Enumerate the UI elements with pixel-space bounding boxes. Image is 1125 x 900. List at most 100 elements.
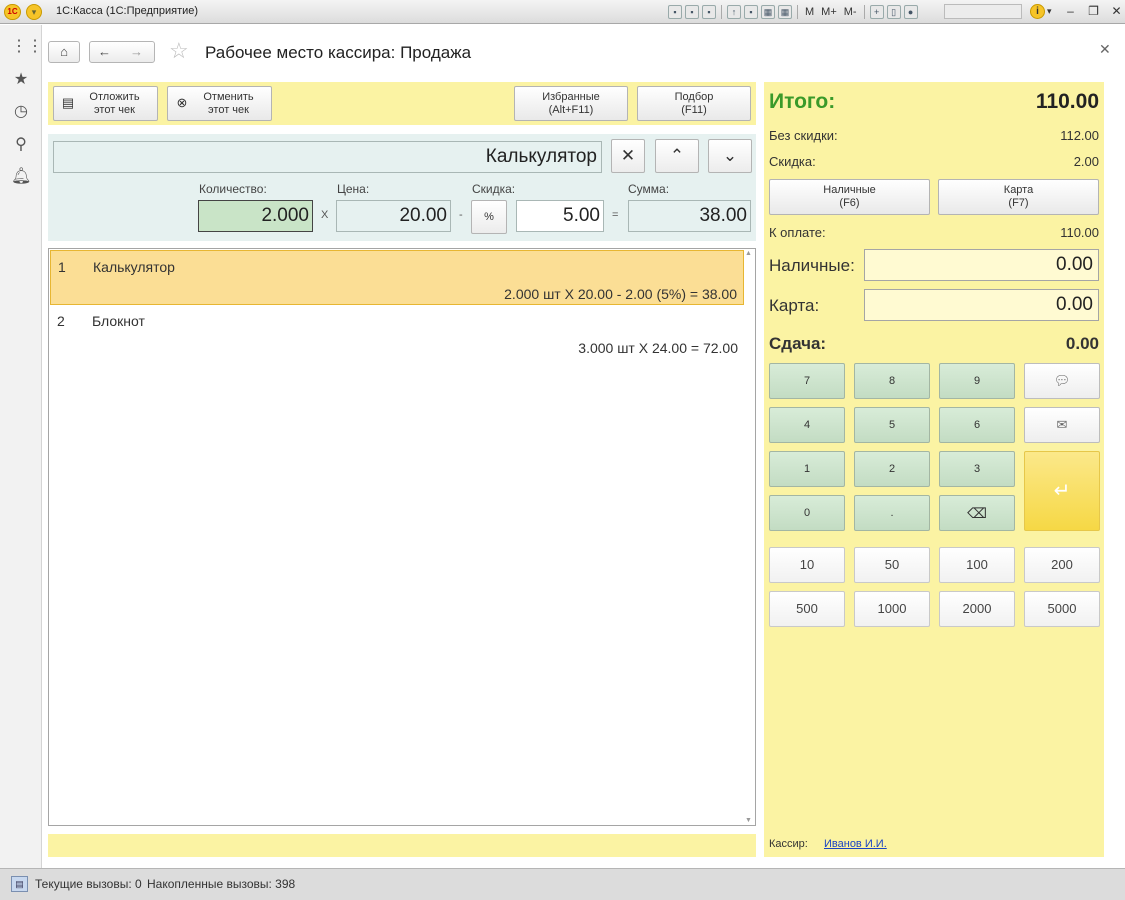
notifications-bell-icon[interactable]: 🔔︎ — [11, 167, 31, 187]
titlebar-toolbar: ▪ ▪ ▪ ↑ ▪ ▦ ▦ M M+ M- + ▯ ● — [668, 3, 918, 21]
sum-label: Сумма: — [628, 182, 670, 196]
enter-arrow-icon: ↵ — [1053, 480, 1071, 502]
scroll-down-icon[interactable]: ▼ — [745, 817, 752, 824]
bill-10-button[interactable]: 10 — [769, 547, 845, 583]
scroll-up-icon[interactable]: ▲ — [745, 250, 752, 257]
key-5[interactable]: 5 — [854, 407, 930, 443]
card-input[interactable]: 0.00 — [864, 289, 1099, 321]
favorites-button[interactable]: Избранные (Alt+F11) — [514, 86, 628, 121]
key-2[interactable]: 2 — [854, 451, 930, 487]
key-dot[interactable]: . — [854, 495, 930, 531]
discount-field[interactable]: 5.00 — [516, 200, 604, 232]
payment-panel: Итого: 110.00 Без скидки: 112.00 Скидка:… — [764, 82, 1104, 857]
card-payment-button[interactable]: Карта (F7) — [938, 179, 1099, 215]
backspace-button[interactable]: ⌫ — [939, 495, 1015, 531]
delete-item-button[interactable]: ✕ — [611, 139, 645, 173]
user-icon[interactable]: ● — [903, 5, 918, 19]
panel-icon[interactable]: ▯ — [886, 5, 901, 19]
accumulated-calls-text: Накопленные вызовы: 398 — [147, 877, 296, 891]
email-button[interactable]: ✉ — [1024, 407, 1100, 443]
price-field[interactable]: 20.00 — [336, 200, 451, 232]
list-item[interactable]: 1 Калькулятор 2.000 шт X 20.00 - 2.00 (5… — [50, 250, 744, 305]
cashier-name-link[interactable]: Иванов И.И. — [824, 838, 887, 850]
main-menu-dropdown-icon[interactable]: ▾ — [26, 4, 42, 20]
key-7[interactable]: 7 — [769, 363, 845, 399]
calls-monitor-icon[interactable]: ▤ — [11, 876, 28, 892]
equals-sign: = — [612, 209, 619, 221]
info-icon[interactable]: i — [1030, 4, 1045, 19]
qty-label: Количество: — [199, 182, 267, 196]
card-label: Карта: — [769, 296, 820, 315]
sum-field[interactable]: 38.00 — [628, 200, 751, 232]
chevron-down-icon: ⌄ — [722, 146, 738, 165]
line-detail: 2.000 шт X 20.00 - 2.00 (5%) = 38.00 — [504, 286, 737, 302]
percent-button[interactable]: % — [471, 200, 507, 234]
save-icon[interactable]: ▪ — [668, 5, 682, 19]
close-form-icon[interactable]: ✕ — [1099, 41, 1111, 58]
bill-100-button[interactable]: 100 — [939, 547, 1015, 583]
zoom-icon[interactable]: + — [869, 5, 884, 19]
key-0[interactable]: 0 — [769, 495, 845, 531]
sidebar: ⋮⋮⋮ ★ ◷ ⚲ 🔔︎ — [0, 25, 59, 868]
move-down-button[interactable]: ⌄ — [708, 139, 752, 173]
history-icon[interactable]: ◷ — [11, 102, 31, 122]
forward-arrow-icon[interactable]: → — [130, 42, 143, 62]
restore-icon[interactable]: ❐ — [1085, 3, 1102, 20]
sections-menu-icon[interactable]: ⋮⋮⋮ — [11, 37, 59, 57]
preview-icon[interactable]: ▪ — [702, 5, 716, 19]
calendar-icon[interactable]: ▦ — [778, 5, 792, 19]
print-icon[interactable]: ▪ — [685, 5, 699, 19]
minimize-icon[interactable]: – — [1062, 3, 1079, 20]
key-4[interactable]: 4 — [769, 407, 845, 443]
selection-button[interactable]: Подбор (F11) — [637, 86, 751, 121]
close-window-icon[interactable]: ✕ — [1108, 3, 1125, 20]
key-6[interactable]: 6 — [939, 407, 1015, 443]
memory-button[interactable]: M — [803, 6, 816, 18]
key-1[interactable]: 1 — [769, 451, 845, 487]
app-logo[interactable]: 1С — [4, 4, 21, 20]
info-dropdown-icon[interactable]: ▾ — [1047, 6, 1052, 17]
memory-plus-button[interactable]: M+ — [819, 6, 839, 18]
back-arrow-icon[interactable]: ← — [98, 42, 111, 62]
bill-500-button[interactable]: 500 — [769, 591, 845, 627]
add-to-favorites-star-icon[interactable]: ☆ — [169, 40, 189, 62]
line-detail: 3.000 шт X 24.00 = 72.00 — [578, 340, 738, 356]
chevron-up-icon: ⌃ — [669, 146, 685, 165]
printer-icon[interactable]: ▪ — [744, 5, 758, 19]
qty-field[interactable]: 2.000 — [198, 200, 313, 232]
bill-5000-button[interactable]: 5000 — [1024, 591, 1100, 627]
cash-payment-button[interactable]: Наличные (F6) — [769, 179, 930, 215]
save-disk-icon: ▤ — [61, 95, 75, 110]
bill-1000-button[interactable]: 1000 — [854, 591, 930, 627]
no-discount-label: Без скидки: — [769, 128, 838, 143]
key-9[interactable]: 9 — [939, 363, 1015, 399]
backspace-icon: ⌫ — [967, 505, 987, 521]
comment-button[interactable]: 💬︎ — [1024, 363, 1100, 399]
cancel-receipt-button[interactable]: ⊗ Отменить этот чек — [167, 86, 272, 121]
calculator-icon[interactable]: ▦ — [761, 5, 775, 19]
cash-input[interactable]: 0.00 — [864, 249, 1099, 281]
change-value: 0.00 — [1065, 334, 1099, 353]
list-item[interactable]: 2 Блокнот 3.000 шт X 24.00 = 72.00 — [50, 305, 744, 360]
search-icon[interactable]: ⚲ — [11, 135, 31, 155]
favorites-star-icon[interactable]: ★ — [11, 70, 31, 90]
postpone-receipt-button[interactable]: ▤ Отложить этот чек — [53, 86, 158, 121]
key-8[interactable]: 8 — [854, 363, 930, 399]
upload-icon[interactable]: ↑ — [727, 5, 741, 19]
speech-bubble-icon: 💬︎ — [1053, 373, 1071, 388]
bill-50-button[interactable]: 50 — [854, 547, 930, 583]
enter-button[interactable]: ↵ — [1024, 451, 1100, 531]
bill-2000-button[interactable]: 2000 — [939, 591, 1015, 627]
discount-label: Скидка: — [472, 182, 516, 196]
status-bar: ▤ Текущие вызовы: 0 Накопленные вызовы: … — [0, 868, 1125, 900]
item-name-field[interactable]: Калькулятор — [53, 141, 602, 173]
key-3[interactable]: 3 — [939, 451, 1015, 487]
bill-200-button[interactable]: 200 — [1024, 547, 1100, 583]
move-up-button[interactable]: ⌃ — [655, 139, 699, 173]
page-title: Рабочее место кассира: Продажа — [205, 43, 472, 62]
list-scrollbar[interactable]: ▲ ▼ — [743, 250, 754, 824]
memory-minus-button[interactable]: M- — [842, 6, 859, 18]
change-label: Сдача: — [769, 334, 827, 353]
home-button[interactable]: ⌂ — [48, 41, 80, 63]
user-name-field[interactable] — [944, 4, 1022, 19]
